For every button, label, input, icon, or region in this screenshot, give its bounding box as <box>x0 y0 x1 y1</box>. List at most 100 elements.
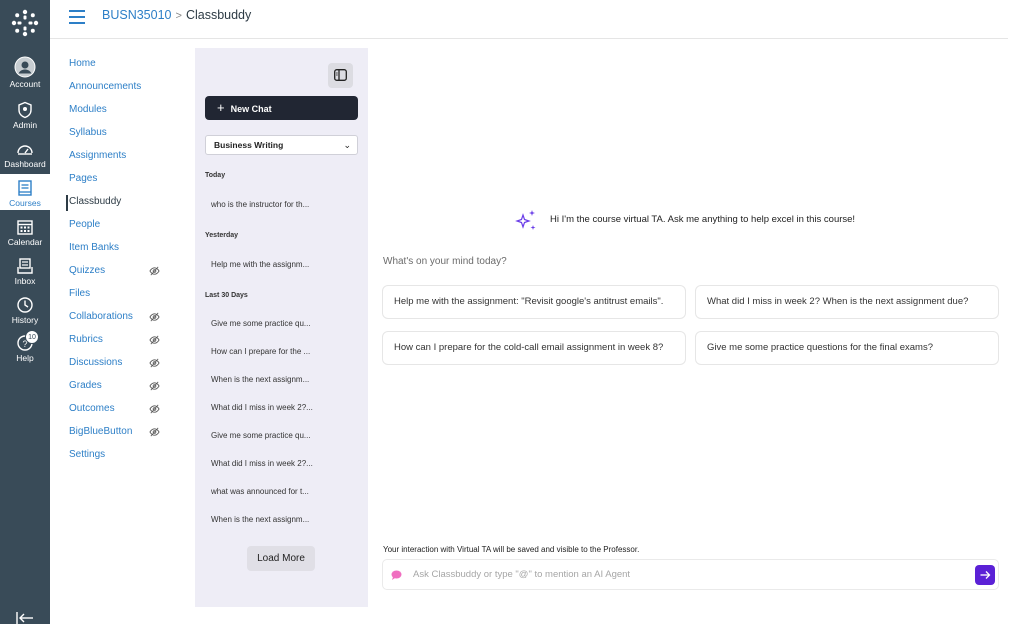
arrow-right-icon <box>980 571 991 579</box>
admin-icon <box>18 101 32 119</box>
history-item[interactable]: Give me some practice qu... <box>211 431 323 440</box>
courses-icon <box>18 180 32 196</box>
new-chat-label: New Chat <box>230 104 272 114</box>
sidebar-toggle-icon <box>334 69 347 81</box>
history-item[interactable]: What did I miss in week 2?... <box>211 403 323 412</box>
course-nav-announcements[interactable]: Announcements <box>69 80 169 103</box>
topic-select-value: Business Writing <box>214 140 284 150</box>
gnav-courses-label: Courses <box>9 198 41 208</box>
course-nav-rubrics-label: Rubrics <box>69 334 103 345</box>
course-nav-quizzes[interactable]: Quizzes <box>69 264 169 287</box>
history-section-title: Today <box>205 172 226 179</box>
sparkles-icon <box>515 210 536 230</box>
course-nav-files[interactable]: Files <box>69 287 169 310</box>
gnav-history-label: History <box>11 315 39 325</box>
course-nav-outcomes[interactable]: Outcomes <box>69 402 169 425</box>
history-item[interactable]: what was announced for t... <box>211 487 323 496</box>
gnav-dashboard[interactable]: Dashboard <box>0 140 50 170</box>
history-item[interactable]: Give me some practice qu... <box>211 319 323 328</box>
dashboard-icon <box>17 145 33 155</box>
gnav-calendar-label: Calendar <box>7 237 43 247</box>
course-nav-modules[interactable]: Modules <box>69 103 169 126</box>
breadcrumb-course-link[interactable]: BUSN35010 <box>102 8 172 22</box>
gnav-inbox[interactable]: Inbox <box>0 257 50 287</box>
course-nav-home[interactable]: Home <box>69 57 169 80</box>
plus-icon: + <box>217 100 225 115</box>
eye-slash-icon <box>149 404 160 414</box>
course-nav-pages[interactable]: Pages <box>69 172 169 195</box>
suggestion-card[interactable]: What did I miss in week 2? When is the n… <box>695 285 999 319</box>
course-nav-bigbluebutton[interactable]: BigBlueButton <box>69 425 169 448</box>
suggestion-card[interactable]: How can I prepare for the cold-call emai… <box>382 331 686 365</box>
history-item[interactable]: When is the next assignm... <box>211 515 323 524</box>
gnav-admin-label: Admin <box>12 120 38 130</box>
course-nav-bigbluebutton-label: BigBlueButton <box>69 426 133 437</box>
course-nav-settings[interactable]: Settings <box>69 448 169 471</box>
inbox-icon <box>17 258 33 274</box>
prompt-heading: What's on your mind today? <box>383 256 507 267</box>
course-nav-grades-label: Grades <box>69 380 102 391</box>
gnav-inbox-label: Inbox <box>14 276 36 286</box>
gnav-calendar[interactable]: Calendar <box>0 218 50 248</box>
history-item[interactable]: Help me with the assignm... <box>211 260 323 269</box>
history-section-title: Last 30 Days <box>205 292 248 299</box>
suggestion-card[interactable]: Help me with the assignment: "Revisit go… <box>382 285 686 319</box>
toggle-sidebar-button[interactable] <box>328 63 353 88</box>
canvas-logo-icon[interactable] <box>9 7 41 39</box>
history-icon <box>17 297 33 313</box>
history-item[interactable]: When is the next assignm... <box>211 375 323 384</box>
eye-slash-icon <box>149 335 160 345</box>
chat-input[interactable]: Ask Classbuddy or type "@" to mention an… <box>413 569 630 580</box>
calendar-icon <box>17 220 33 235</box>
gnav-courses[interactable]: Courses <box>0 174 50 210</box>
eye-slash-icon <box>149 381 160 391</box>
eye-slash-icon <box>149 427 160 437</box>
course-nav-rubrics[interactable]: Rubrics <box>69 333 169 356</box>
gnav-help[interactable]: ? 10 Help <box>0 330 50 364</box>
chat-input-bar: Ask Classbuddy or type "@" to mention an… <box>382 559 999 590</box>
history-item[interactable]: who is the instructor for th... <box>211 200 323 209</box>
gnav-account-label: Account <box>9 79 41 89</box>
greeting-text: Hi I'm the course virtual TA. Ask me any… <box>550 214 856 225</box>
hamburger-menu-icon[interactable] <box>69 10 85 24</box>
chat-bubble-icon <box>391 570 402 580</box>
eye-slash-icon <box>149 358 160 368</box>
course-nav-collaborations[interactable]: Collaborations <box>69 310 169 333</box>
course-nav-classbuddy[interactable]: Classbuddy <box>66 195 169 218</box>
global-nav: Account Admin Dashboard Courses Calendar… <box>0 0 50 624</box>
eye-slash-icon <box>149 312 160 322</box>
history-item[interactable]: What did I miss in week 2?... <box>211 459 323 468</box>
chat-history-panel: + New Chat Business Writing ⌄ Today who is… <box>195 48 368 607</box>
course-nav-collaborations-label: Collaborations <box>69 311 133 322</box>
account-icon <box>14 56 36 78</box>
eye-slash-icon <box>149 266 160 276</box>
load-more-button[interactable]: Load More <box>247 546 315 571</box>
new-chat-button[interactable]: + New Chat <box>205 96 358 120</box>
gnav-help-label: Help <box>16 353 34 363</box>
collapse-nav-icon[interactable] <box>16 612 34 624</box>
chevron-down-icon: ⌄ <box>343 140 351 150</box>
course-nav-assignments[interactable]: Assignments <box>69 149 169 172</box>
gnav-history[interactable]: History <box>0 296 50 326</box>
help-badge: 10 <box>25 330 39 344</box>
course-nav: Home Announcements Modules Syllabus Assi… <box>66 57 169 471</box>
course-nav-people[interactable]: People <box>69 218 169 241</box>
gnav-dashboard-label: Dashboard <box>4 159 46 169</box>
topic-select[interactable]: Business Writing ⌄ <box>205 135 358 155</box>
gnav-admin[interactable]: Admin <box>0 101 50 131</box>
breadcrumb: BUSN35010 > Classbuddy <box>102 8 251 22</box>
breadcrumb-current: Classbuddy <box>185 8 252 22</box>
course-nav-syllabus[interactable]: Syllabus <box>69 126 169 149</box>
course-nav-outcomes-label: Outcomes <box>69 403 115 414</box>
course-nav-grades[interactable]: Grades <box>69 379 169 402</box>
send-button[interactable] <box>975 565 995 585</box>
suggestion-card[interactable]: Give me some practice questions for the … <box>695 331 999 365</box>
course-nav-discussions[interactable]: Discussions <box>69 356 169 379</box>
privacy-notice: Your interaction with Virtual TA will be… <box>383 545 640 554</box>
breadcrumb-separator: > <box>175 10 182 22</box>
page-header: BUSN35010 > Classbuddy <box>50 0 1008 39</box>
course-nav-quizzes-label: Quizzes <box>69 265 106 276</box>
history-item[interactable]: How can I prepare for the ... <box>211 347 323 356</box>
course-nav-item-banks[interactable]: Item Banks <box>69 241 169 264</box>
gnav-account[interactable]: Account <box>0 56 50 92</box>
